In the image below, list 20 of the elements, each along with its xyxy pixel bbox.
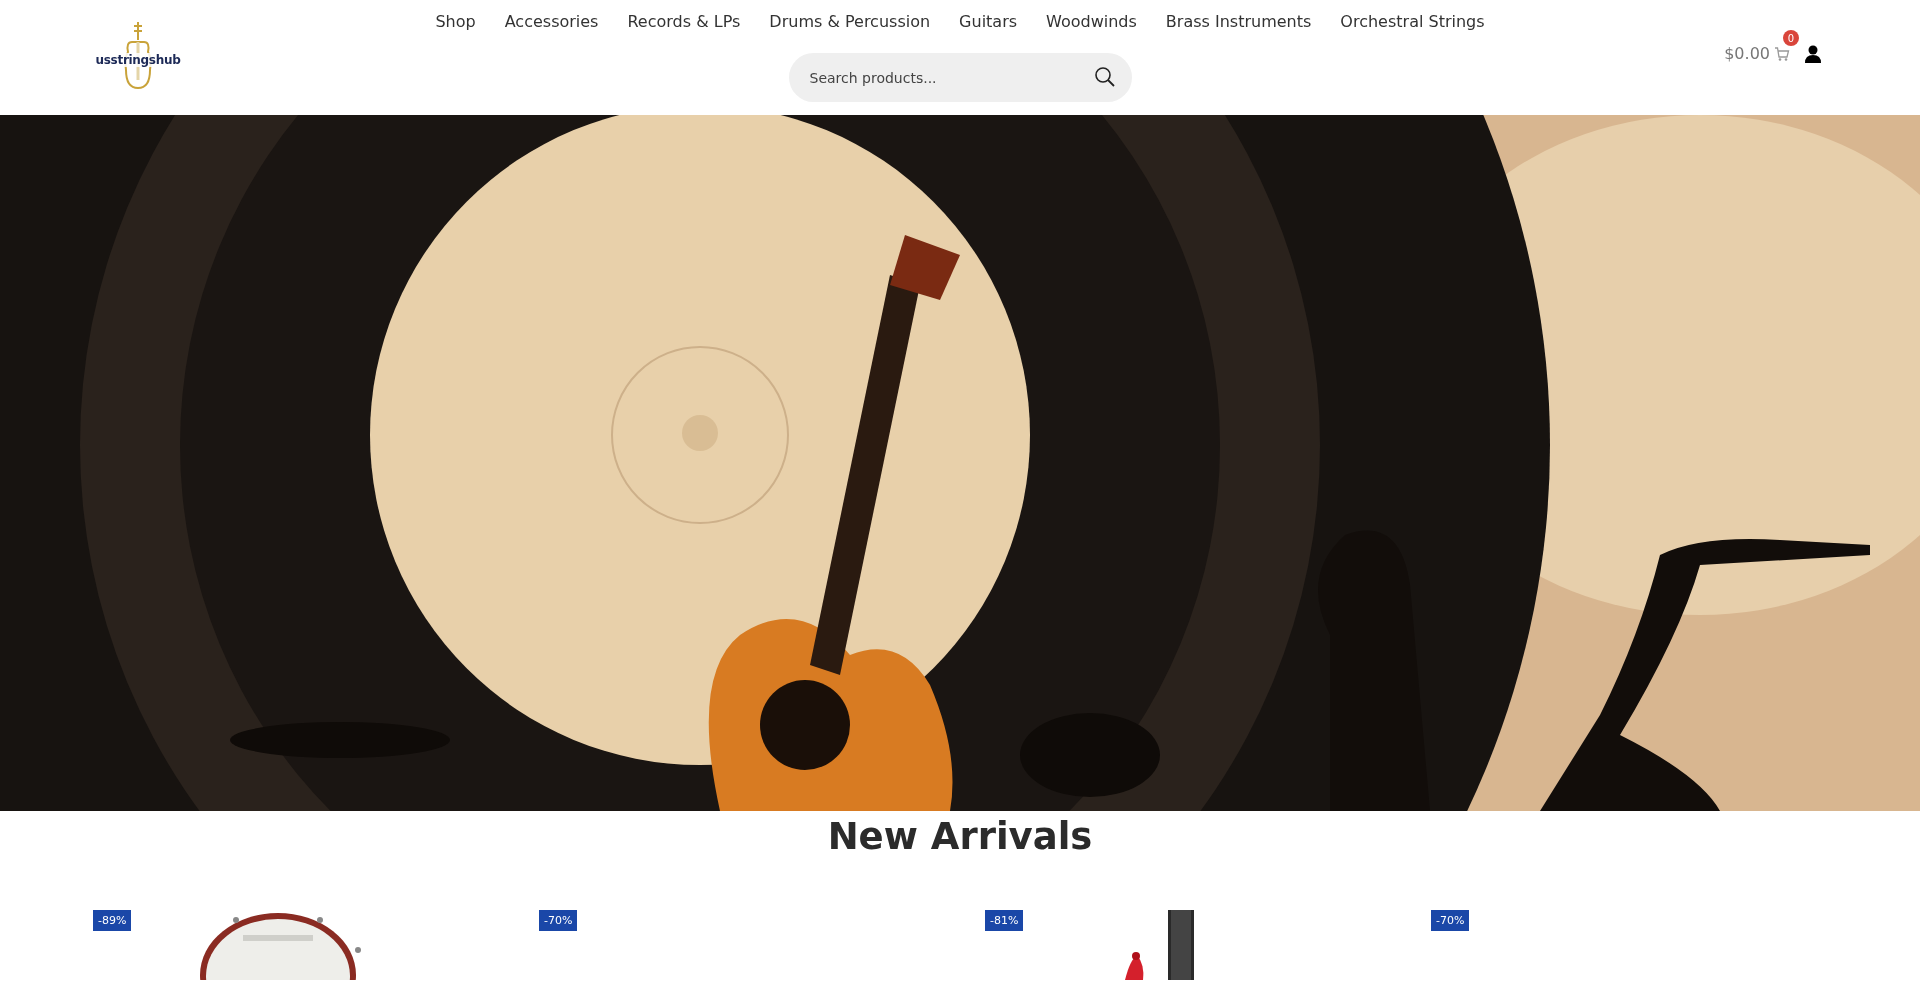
nav-link[interactable]: Orchestral Strings <box>1340 12 1485 31</box>
nav-link[interactable]: Woodwinds <box>1046 12 1137 31</box>
logo-text: usstringshub <box>95 53 181 67</box>
user-icon[interactable] <box>1804 44 1822 63</box>
nav-link[interactable]: Guitars <box>959 12 1018 31</box>
search-field[interactable]: Search products... <box>788 53 1132 102</box>
nav-link[interactable]: Records & LPs <box>627 12 741 31</box>
discount-badge: -81% <box>985 910 1024 931</box>
discount-badge: -89% <box>93 910 132 931</box>
discount-badge: -70% <box>539 910 578 931</box>
nav-link[interactable]: Drums & Percussion <box>769 12 931 31</box>
nav-link[interactable]: Shop <box>435 12 476 31</box>
cart-total[interactable]: $0.00 <box>1724 44 1770 63</box>
nav-link[interactable]: Accessories <box>504 12 599 31</box>
section-title: New Arrivals <box>826 815 1094 858</box>
nav-link[interactable]: Brass Instruments <box>1165 12 1312 31</box>
cart-icon[interactable] <box>1774 45 1790 62</box>
cart-count-badge: 0 <box>1783 30 1799 46</box>
discount-badge: -70% <box>1431 910 1470 931</box>
search-icon[interactable] <box>1093 66 1116 88</box>
